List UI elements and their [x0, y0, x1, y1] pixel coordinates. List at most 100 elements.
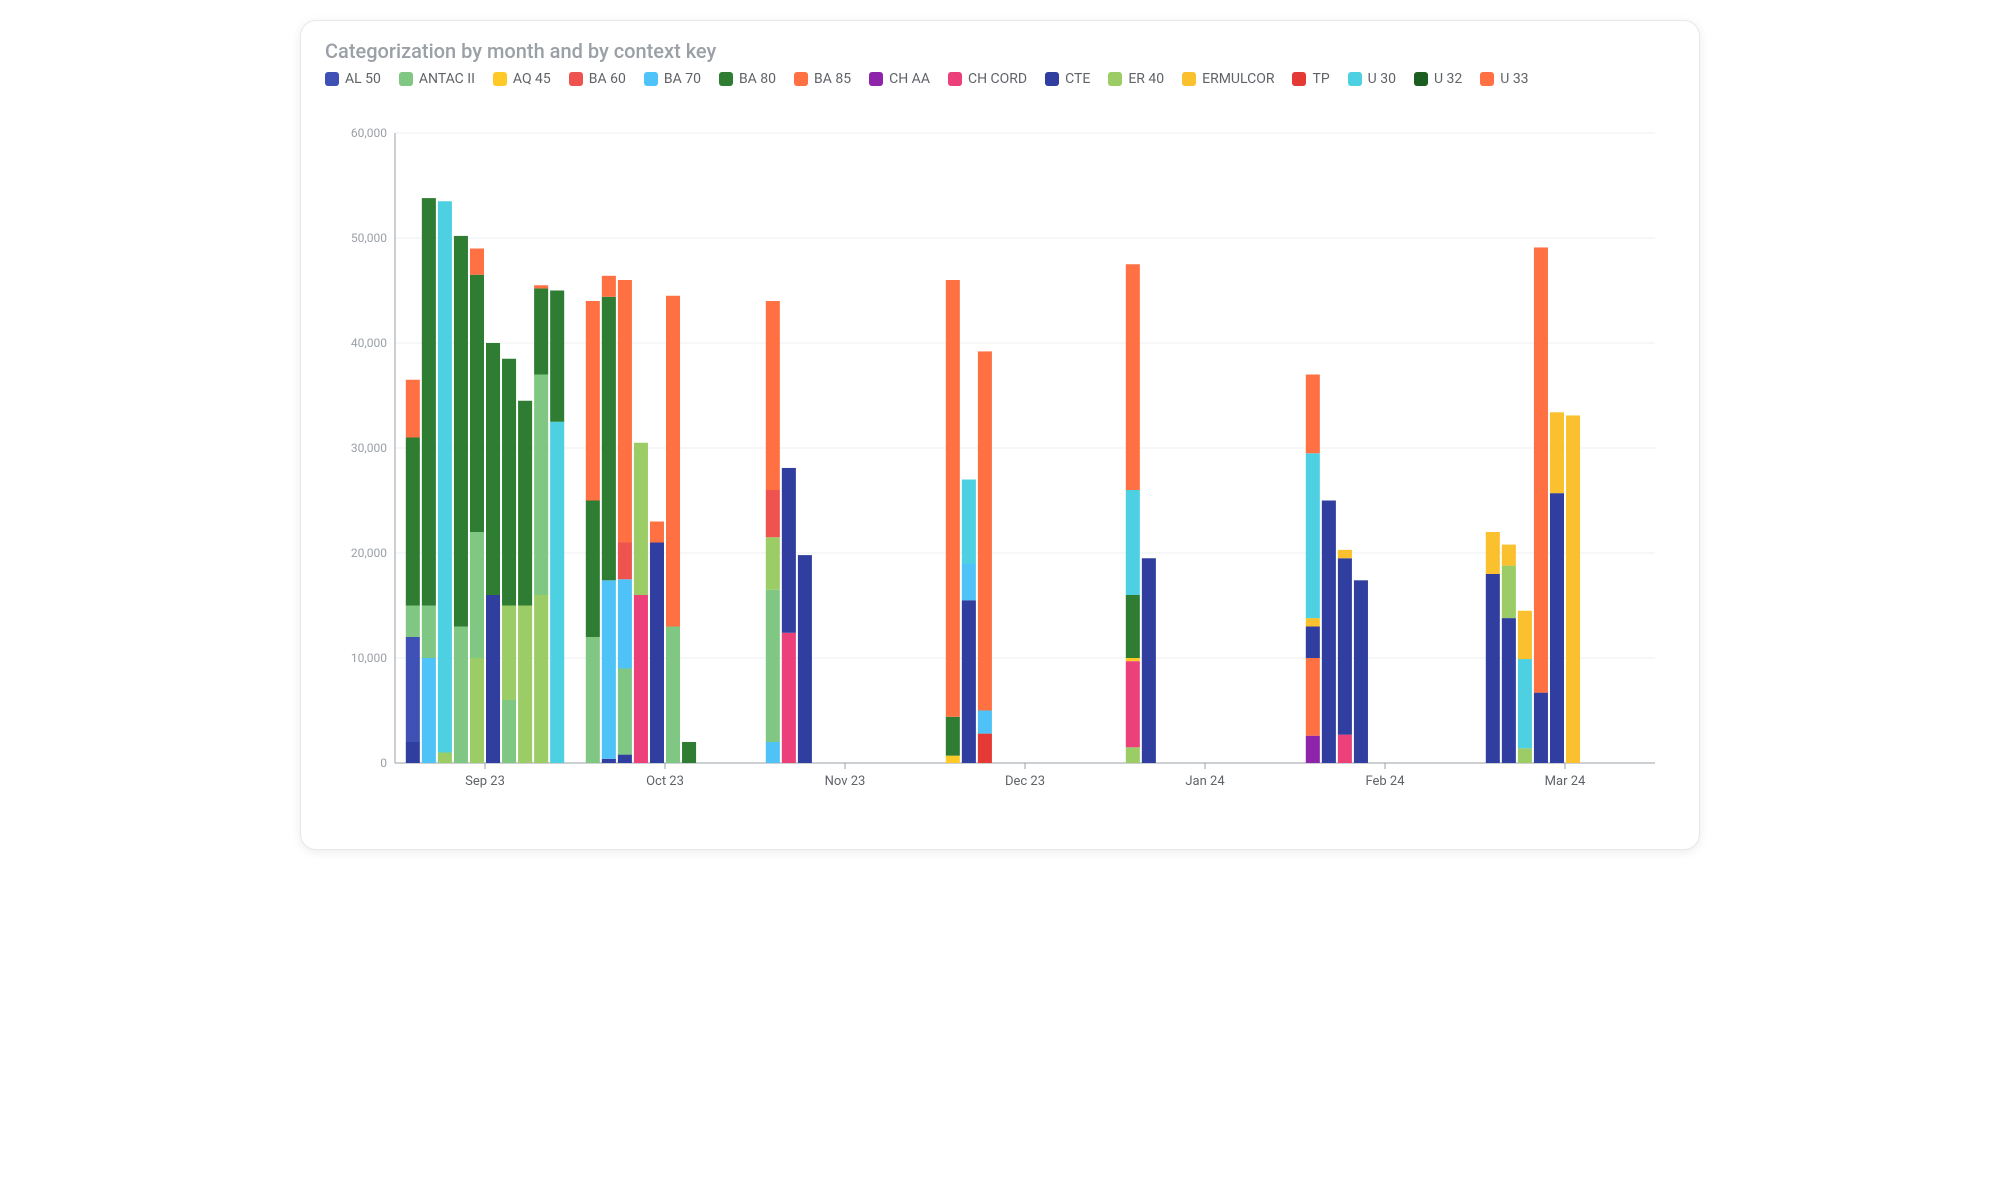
legend-item[interactable]: BA 85	[794, 71, 851, 87]
bar-segment[interactable]: BA 85: 42,400	[1534, 247, 1548, 692]
bar-segment[interactable]: BA 70: 2,200	[978, 711, 992, 734]
bar-segment[interactable]: BA 70: 17,000	[602, 580, 616, 759]
bar-segment[interactable]: BA 80: 27,000	[602, 297, 616, 581]
legend-item[interactable]: U 32	[1414, 71, 1462, 87]
legend-item[interactable]: CH CORD	[948, 71, 1027, 87]
bar-segment[interactable]: BA 60: 4,500	[766, 490, 780, 537]
bar-segment[interactable]: CTE: 21,000	[650, 543, 664, 764]
bar-segment[interactable]: BA 85: 300	[534, 285, 548, 288]
bar-segment[interactable]: CTE: 19,500	[1142, 558, 1156, 763]
bar-segment[interactable]: BA 80: 37,200	[454, 236, 468, 627]
bar-segment[interactable]: BA 80: 13,000	[586, 501, 600, 638]
bar-segment[interactable]: BA 85: 31,500	[666, 296, 680, 627]
bar-segment[interactable]: BA 85: 21,500	[1126, 264, 1140, 490]
bar-segment[interactable]: BA 85: 2,000	[602, 276, 616, 297]
bar-segment[interactable]: CH CORD: 16,000	[634, 595, 648, 763]
bar-segment[interactable]: ANTAC II: 21,000	[534, 375, 548, 596]
bar-segment[interactable]: CTE: 2,000	[406, 742, 420, 763]
bar-segment[interactable]: ERMULCOR: 2,000	[1502, 545, 1516, 566]
bar-segment[interactable]: ANTAC II: 12,000	[586, 637, 600, 763]
bar-segment[interactable]: CH AA: 2,600	[1306, 736, 1320, 763]
bar-segment[interactable]: ANTAC II: 5,000	[422, 606, 436, 659]
bar-segment[interactable]: AL 50: 10,000	[406, 637, 420, 742]
bar-segment[interactable]: CTE: 6,700	[1534, 693, 1548, 763]
bar-segment[interactable]: CH CORD: 2,700	[1338, 735, 1352, 763]
bar-segment[interactable]: CTE: 13,800	[1502, 618, 1516, 763]
bar-segment[interactable]: BA 80: 23,500	[502, 359, 516, 606]
bar-segment[interactable]: BA 80: 16,000	[406, 438, 420, 606]
bar-segment[interactable]: BA 80: 38,800	[422, 198, 436, 605]
bar-segment[interactable]: CTE: 800	[618, 755, 632, 763]
bar-segment[interactable]: ANTAC II: 13,000	[454, 627, 468, 764]
bar-segment[interactable]: CTE: 15,700	[782, 468, 796, 633]
bar-segment[interactable]: CTE: 16,800	[1338, 558, 1352, 734]
bar-segment[interactable]: BA 80: 6,000	[1126, 595, 1140, 658]
legend-item[interactable]: ER 40	[1108, 71, 1164, 87]
bar-segment[interactable]: ANTAC II: 6,000	[502, 700, 516, 763]
bar-segment[interactable]: ANTAC II: 13,000	[666, 627, 680, 764]
bar-segment[interactable]: U 33: 7,500	[1306, 375, 1320, 454]
legend-item[interactable]: ANTAC II	[399, 71, 475, 87]
bar-segment[interactable]: BA 60: 3,500	[618, 543, 632, 580]
bar-segment[interactable]: ER 40: 1,000	[438, 753, 452, 764]
legend-item[interactable]: BA 80	[719, 71, 776, 87]
bar-segment[interactable]: CTE: 400	[602, 759, 616, 763]
bar-segment[interactable]: BA 80: 24,500	[470, 275, 484, 532]
bar-segment[interactable]: ER 40: 5,000	[766, 537, 780, 590]
bar-segment[interactable]: U 30: 52,500	[438, 201, 452, 752]
bar-segment[interactable]: ER 40: 9,000	[502, 606, 516, 701]
bar-segment[interactable]: ERMULCOR: 33,100	[1566, 415, 1580, 763]
bar-segment[interactable]: TP: 2,800	[978, 734, 992, 763]
bar-segment[interactable]: CTE: 19,800	[798, 555, 812, 763]
bar-segment[interactable]: ER 40: 1,500	[1126, 747, 1140, 763]
bar-segment[interactable]: U 30: 15,700	[1306, 453, 1320, 618]
bar-segment[interactable]: ERMULCOR: 4,000	[1486, 532, 1500, 574]
bar-segment[interactable]: BA 70: 2,000	[766, 742, 780, 763]
bar-segment[interactable]: BA 70: 8,500	[618, 579, 632, 668]
bar-segment[interactable]: CH CORD: 12,400	[782, 633, 796, 763]
bar-segment[interactable]: ER 40: 10,000	[470, 658, 484, 763]
bar-segment[interactable]: BA 85: 25,000	[618, 280, 632, 543]
bar-segment[interactable]: ANTAC II: 12,000	[470, 532, 484, 658]
bar-segment[interactable]: BA 80: 8,200	[534, 288, 548, 374]
bar-segment[interactable]: ERMULCOR: 4,600	[1518, 611, 1532, 659]
bar-segment[interactable]: BA 70: 10,000	[422, 658, 436, 763]
bar-segment[interactable]: ANTAC II: 3,000	[406, 606, 420, 638]
bar-segment[interactable]: BA 85: 41,600	[946, 280, 960, 717]
bar-segment[interactable]: BA 80: 2,000	[682, 742, 696, 763]
bar-segment[interactable]: ERMULCOR: 800	[1306, 618, 1320, 626]
legend-item[interactable]: BA 60	[569, 71, 626, 87]
bar-segment[interactable]: U 30: 10,000	[1126, 490, 1140, 595]
bar-segment[interactable]: CTE: 3,000	[1306, 627, 1320, 659]
bar-segment[interactable]: BA 85: 34,200	[978, 351, 992, 710]
bar-segment[interactable]: AQ 45: 700	[946, 756, 960, 763]
bar-segment[interactable]: BA 80: 12,500	[550, 291, 564, 422]
bar-segment[interactable]: ER 40: 14,500	[634, 443, 648, 595]
legend-item[interactable]: ERMULCOR	[1182, 71, 1274, 87]
bar-segment[interactable]: BA 85: 2,000	[650, 522, 664, 543]
bar-segment[interactable]: BA 85: 18,000	[766, 301, 780, 490]
bar-segment[interactable]: U 30: 32,500	[550, 422, 564, 763]
bar-segment[interactable]: ER 40: 1,400	[1518, 748, 1532, 763]
legend-item[interactable]: AQ 45	[493, 71, 551, 87]
bar-segment[interactable]: AQ 45: 300	[1126, 658, 1140, 661]
bar-segment[interactable]: BA 85: 7,400	[1306, 658, 1320, 736]
bar-segment[interactable]: U 30: 8,000	[962, 480, 976, 564]
bar-segment[interactable]: BA 85: 2,500	[470, 249, 484, 275]
bar-segment[interactable]: BA 85: 5,500	[406, 380, 420, 438]
bar-segment[interactable]: BA 70: 3,500	[962, 564, 976, 601]
bar-segment[interactable]: BA 80: 19,500	[518, 401, 532, 606]
legend-item[interactable]: CH AA	[869, 71, 930, 87]
bar-segment[interactable]: CTE: 25,700	[1550, 493, 1564, 763]
bar-segment[interactable]: CTE: 16,000	[486, 595, 500, 763]
bar-segment[interactable]: BA 85: 19,000	[586, 301, 600, 501]
bar-segment[interactable]: BA 80: 24,000	[486, 343, 500, 595]
legend-item[interactable]: TP	[1292, 71, 1329, 87]
bar-segment[interactable]: CTE: 17,400	[1354, 580, 1368, 763]
bar-segment[interactable]: U 30: 8,500	[1518, 659, 1532, 748]
legend-item[interactable]: CTE	[1045, 71, 1090, 87]
bar-segment[interactable]: CTE: 18,000	[1486, 574, 1500, 763]
bar-segment[interactable]: CTE: 15,500	[962, 600, 976, 763]
bar-segment[interactable]: ER 40: 5,000	[1502, 566, 1516, 619]
bar-segment[interactable]: ER 40: 15,000	[518, 606, 532, 764]
